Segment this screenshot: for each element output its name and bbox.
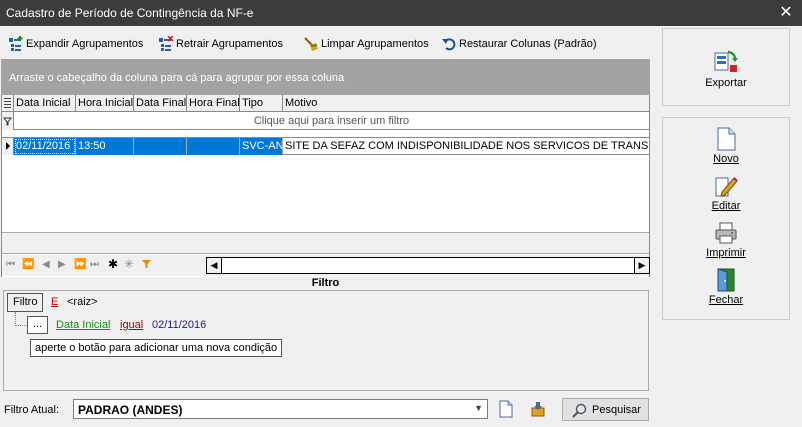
chevron-down-icon: ▼ (474, 403, 483, 413)
cell-hora-inicial[interactable]: 13:50 (76, 138, 134, 155)
scroll-right-icon[interactable]: ▶ (634, 258, 649, 273)
undo-arrow-icon (442, 38, 456, 51)
scroll-left-icon[interactable]: ◀ (207, 258, 222, 273)
tree-branch (15, 325, 27, 326)
current-filter-label: Filtro Atual: (4, 404, 60, 416)
filter-row-indicator (2, 112, 14, 130)
table-row[interactable]: 02/11/2016 13:50 SVC-AN SITE DA SEFAZ CO… (2, 137, 649, 155)
exit-door-icon (717, 268, 735, 292)
cell-tipo[interactable]: SVC-AN (240, 138, 283, 155)
close-form-label: Fechar (708, 294, 744, 306)
close-form-button[interactable]: Fechar (663, 268, 789, 306)
prev-record-icon[interactable]: ◀ (42, 259, 50, 270)
export-label: Exportar (705, 77, 747, 89)
filter-hint-tooltip: aperte o botão para adicionar uma nova c… (30, 339, 283, 357)
condition-menu-button[interactable]: ... (27, 316, 48, 334)
expand-tree-icon (9, 36, 23, 51)
append-record-icon[interactable]: ✳ (124, 257, 134, 271)
tree-line (15, 312, 16, 326)
filter-root-label: <raiz> (67, 296, 98, 308)
title-bar: Cadastro de Período de Contingência da N… (0, 0, 802, 26)
next-record-icon[interactable]: ▶ (58, 259, 66, 270)
bottom-bar: Filtro Atual: PADRAO (ANDES) ▼ Pesquisar (0, 394, 802, 427)
print-label: Imprimir (706, 247, 746, 259)
collapse-groups-label: Retrair Agrupamentos (176, 38, 283, 50)
data-grid: Data Inicial Hora Inicial Data Final Hor… (1, 95, 650, 277)
condition-field[interactable]: Data Inicial (56, 319, 110, 331)
horizontal-scrollbar[interactable]: ◀ ▶ (206, 257, 650, 274)
cell-data-final[interactable] (134, 138, 187, 155)
new-document-icon (717, 127, 736, 151)
column-header-motivo[interactable]: Motivo (283, 95, 649, 112)
filter-row-hint: Clique aqui para inserir um filtro (253, 115, 410, 127)
export-button[interactable]: Exportar (663, 49, 789, 89)
column-header-data-final[interactable]: Data Final (134, 95, 187, 112)
save-filter-icon[interactable] (529, 400, 547, 421)
filter-panel: Filtro Filtro E <raiz> ... Data Inicial … (1, 277, 650, 392)
condition-value[interactable]: 02/11/2016 (152, 319, 206, 331)
close-button[interactable]: ✕ (770, 0, 802, 26)
filter-row[interactable]: Clique aqui para inserir um filtro (2, 112, 649, 130)
export-icon (714, 50, 738, 72)
column-header-hora-inicial[interactable]: Hora Inicial (76, 95, 134, 112)
window-title: Cadastro de Período de Contingência da N… (6, 6, 254, 20)
clear-groups-label: Limpar Agrupamentos (321, 38, 429, 50)
funnel-icon (3, 117, 12, 126)
edit-pencil-icon (715, 177, 738, 197)
expand-groups-button[interactable]: Expandir Agrupamentos (8, 36, 143, 52)
edit-button[interactable]: Editar (663, 174, 789, 212)
filter-builder: Filtro E <raiz> ... Data Inicial igual 0… (3, 290, 649, 391)
filter-toggle-icon[interactable] (142, 259, 151, 272)
column-header-data-inicial[interactable]: Data Inicial (14, 95, 76, 112)
condition-operator[interactable]: igual (120, 319, 143, 331)
restore-columns-button[interactable]: Restaurar Colunas (Padrão) (441, 36, 597, 52)
new-label: Novo (713, 153, 739, 165)
restore-columns-label: Restaurar Colunas (Padrão) (459, 38, 597, 50)
cell-hora-final[interactable] (187, 138, 240, 155)
print-button[interactable]: Imprimir (663, 221, 789, 259)
search-label: Pesquisar (592, 404, 641, 416)
filter-root-button[interactable]: Filtro (7, 293, 44, 312)
expand-groups-label: Expandir Agrupamentos (26, 38, 144, 50)
prev-page-icon[interactable]: ⏪ (22, 259, 34, 270)
column-chooser-icon[interactable] (2, 95, 14, 112)
collapse-tree-icon (159, 36, 174, 51)
grid-footer (2, 232, 649, 254)
insert-record-icon[interactable]: ✱ (108, 257, 118, 271)
next-page-icon[interactable]: ⏩ (74, 259, 86, 270)
current-filter-select[interactable]: PADRAO (ANDES) ▼ (73, 399, 488, 419)
group-by-hint: Arraste o cabeçalho da coluna para cá pa… (9, 72, 345, 84)
edit-label: Editar (711, 200, 741, 212)
cell-data-inicial[interactable]: 02/11/2016 (14, 138, 76, 155)
group-by-area[interactable]: Arraste o cabeçalho da coluna para cá pa… (1, 59, 650, 95)
current-filter-value: PADRAO (ANDES) (78, 403, 183, 417)
cell-motivo[interactable]: SITE DA SEFAZ COM INDISPONIBILIDADE NOS … (283, 138, 649, 155)
row-indicator-icon (2, 138, 14, 155)
new-button[interactable]: Novo (663, 127, 789, 165)
filter-panel-caption: Filtro (311, 277, 340, 289)
actions-panel: Novo Editar Imprimir Fechar (662, 117, 790, 320)
first-page-icon[interactable]: ⏮ (6, 259, 15, 270)
filter-group-operator[interactable]: E (51, 296, 58, 308)
toolbar: Expandir Agrupamentos Retrair Agrupament… (1, 27, 650, 59)
last-page-icon[interactable]: ⏭ (90, 259, 99, 270)
new-filter-icon[interactable] (498, 400, 514, 421)
export-panel: Exportar (662, 28, 790, 106)
grid-navigator: ⏮ ⏪ ◀ ▶ ⏩ ⏭ ✱ ✳ ◀ ▶ (2, 255, 650, 276)
magnifier-icon (572, 403, 587, 418)
broom-icon (304, 37, 318, 51)
search-button[interactable]: Pesquisar (562, 398, 649, 421)
printer-icon (715, 222, 737, 244)
column-header-hora-final[interactable]: Hora Final (187, 95, 240, 112)
clear-groups-button[interactable]: Limpar Agrupamentos (303, 36, 429, 52)
collapse-groups-button[interactable]: Retrair Agrupamentos (158, 36, 283, 52)
column-header-tipo[interactable]: Tipo (240, 95, 283, 112)
